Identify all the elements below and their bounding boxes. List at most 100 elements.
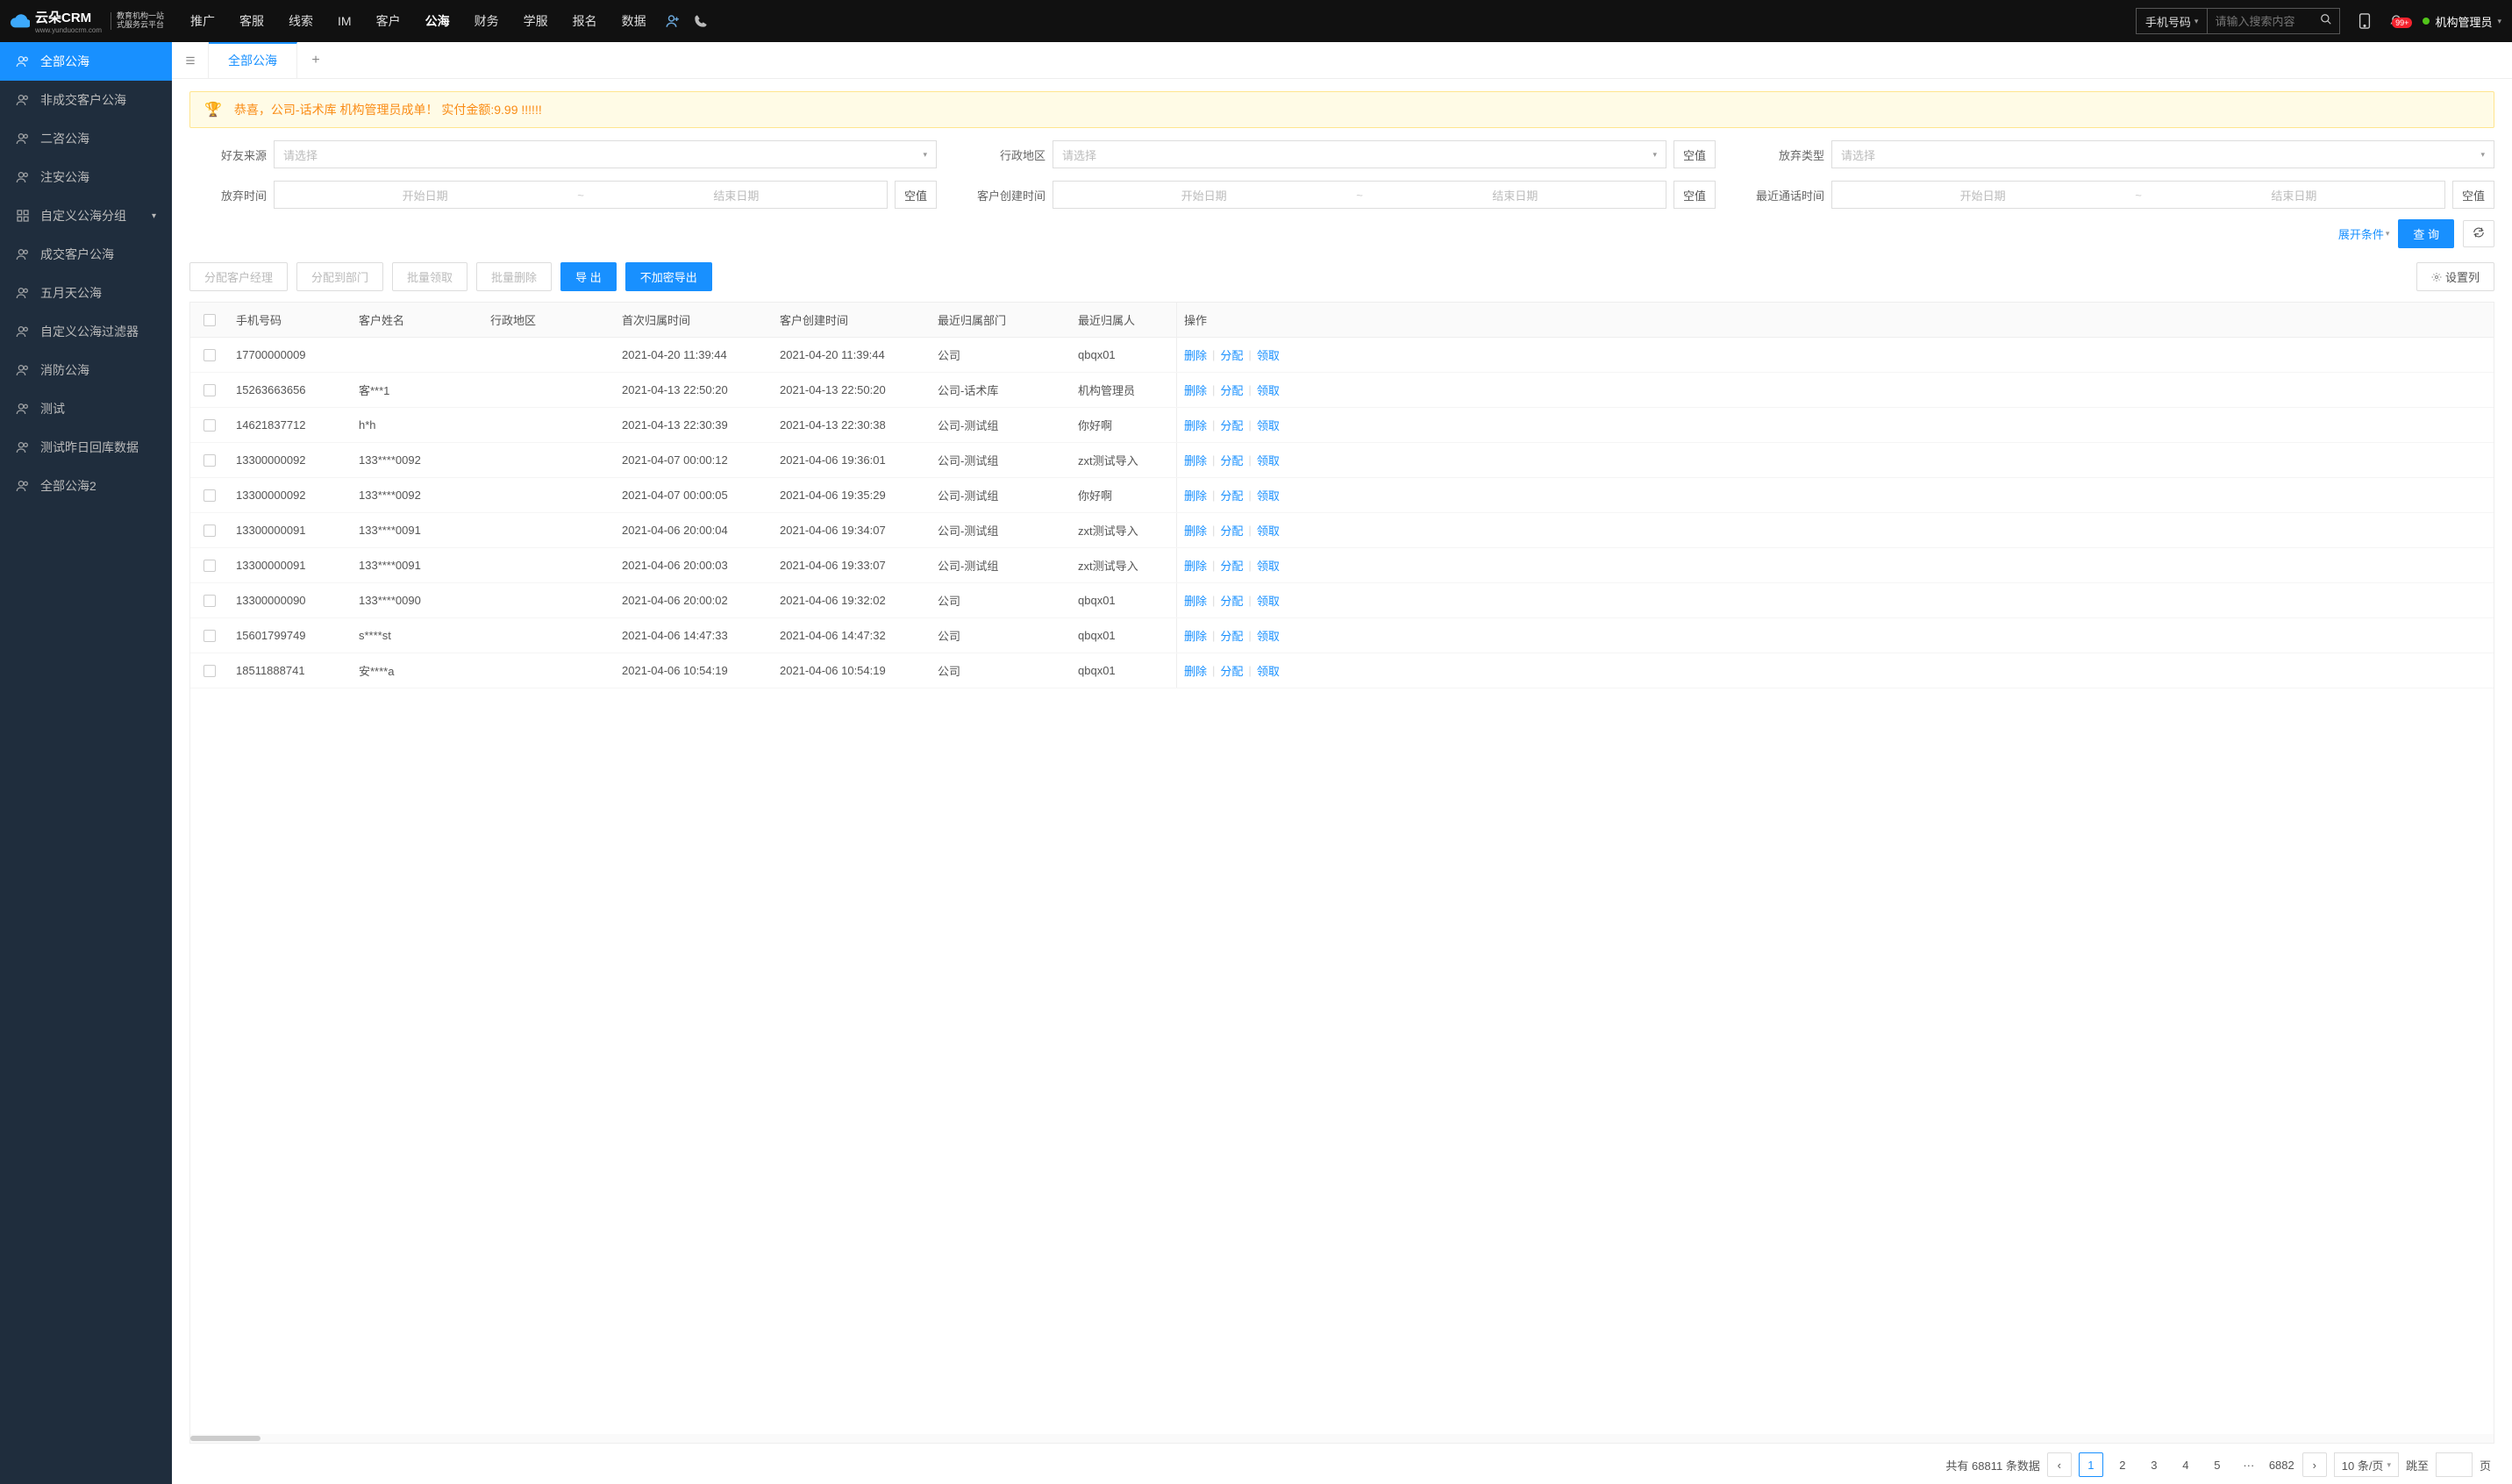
row-checkbox[interactable] (203, 489, 216, 502)
sidebar-item-成交客户公海[interactable]: 成交客户公海 (0, 235, 172, 274)
sidebar-item-测试[interactable]: 测试 (0, 389, 172, 428)
refresh-button[interactable] (2463, 220, 2494, 247)
mobile-icon[interactable] (2349, 13, 2380, 29)
row-claim-link[interactable]: 领取 (1257, 557, 1280, 574)
phone-icon[interactable] (687, 14, 715, 28)
search-type-select[interactable]: 手机号码▾ (2137, 9, 2209, 33)
row-delete-link[interactable]: 删除 (1184, 417, 1207, 433)
batch-delete-button[interactable]: 批量删除 (476, 262, 552, 291)
nav-线索[interactable]: 线索 (276, 0, 325, 42)
row-checkbox[interactable] (203, 524, 216, 537)
pager-jump-input[interactable] (2436, 1452, 2473, 1477)
sidebar-item-消防公海[interactable]: 消防公海 (0, 351, 172, 389)
bell-icon[interactable]: 99+ (2380, 14, 2412, 28)
export-noenc-button[interactable]: 不加密导出 (625, 262, 712, 291)
page-size-select[interactable]: 10 条/页▾ (2334, 1452, 2399, 1477)
tabs-toggle-icon[interactable] (172, 42, 209, 78)
row-claim-link[interactable]: 领取 (1257, 452, 1280, 468)
pager-page[interactable]: 1 (2079, 1452, 2103, 1477)
row-checkbox[interactable] (203, 454, 216, 467)
row-delete-link[interactable]: 删除 (1184, 346, 1207, 363)
sidebar-item-自定义公海过滤器[interactable]: 自定义公海过滤器 (0, 312, 172, 351)
row-checkbox[interactable] (203, 665, 216, 677)
row-assign-link[interactable]: 分配 (1220, 452, 1243, 468)
filter-select[interactable]: 请选择▾ (274, 140, 937, 168)
nav-客户[interactable]: 客户 (364, 0, 413, 42)
row-assign-link[interactable]: 分配 (1220, 346, 1243, 363)
row-assign-link[interactable]: 分配 (1220, 627, 1243, 644)
sidebar-item-非成交客户公海[interactable]: 非成交客户公海 (0, 81, 172, 119)
sidebar-item-注安公海[interactable]: 注安公海 (0, 158, 172, 196)
row-assign-link[interactable]: 分配 (1220, 487, 1243, 503)
row-assign-link[interactable]: 分配 (1220, 522, 1243, 539)
row-claim-link[interactable]: 领取 (1257, 522, 1280, 539)
assign-manager-button[interactable]: 分配客户经理 (189, 262, 288, 291)
pager-page[interactable]: 4 (2173, 1452, 2198, 1477)
row-checkbox[interactable] (203, 595, 216, 607)
expand-conditions-link[interactable]: 展开条件▾ (2338, 225, 2390, 242)
pager-page[interactable]: 6882 (2268, 1452, 2295, 1477)
row-checkbox[interactable] (203, 560, 216, 572)
filter-date-range[interactable]: 开始日期~结束日期 (1053, 181, 1666, 209)
row-claim-link[interactable]: 领取 (1257, 592, 1280, 609)
nav-客服[interactable]: 客服 (227, 0, 276, 42)
row-assign-link[interactable]: 分配 (1220, 592, 1243, 609)
nav-报名[interactable]: 报名 (560, 0, 610, 42)
nav-财务[interactable]: 财务 (462, 0, 511, 42)
sidebar-item-测试昨日回库数据[interactable]: 测试昨日回库数据 (0, 428, 172, 467)
row-delete-link[interactable]: 删除 (1184, 487, 1207, 503)
add-user-icon[interactable] (659, 13, 687, 29)
row-checkbox[interactable] (203, 630, 216, 642)
filter-null-button[interactable]: 空值 (1673, 140, 1716, 168)
row-claim-link[interactable]: 领取 (1257, 382, 1280, 398)
filter-date-range[interactable]: 开始日期~结束日期 (1831, 181, 2445, 209)
row-delete-link[interactable]: 删除 (1184, 452, 1207, 468)
row-claim-link[interactable]: 领取 (1257, 487, 1280, 503)
row-claim-link[interactable]: 领取 (1257, 346, 1280, 363)
sidebar-item-二咨公海[interactable]: 二咨公海 (0, 119, 172, 158)
search-button[interactable]: 查 询 (2398, 219, 2454, 248)
filter-null-button[interactable]: 空值 (895, 181, 937, 209)
pager-page[interactable]: 5 (2205, 1452, 2230, 1477)
select-all-checkbox[interactable] (203, 314, 216, 326)
set-columns-button[interactable]: 设置列 (2416, 262, 2494, 291)
row-delete-link[interactable]: 删除 (1184, 522, 1207, 539)
row-assign-link[interactable]: 分配 (1220, 417, 1243, 433)
row-checkbox[interactable] (203, 419, 216, 432)
sidebar-item-自定义公海分组[interactable]: 自定义公海分组▾ (0, 196, 172, 235)
row-delete-link[interactable]: 删除 (1184, 382, 1207, 398)
row-claim-link[interactable]: 领取 (1257, 417, 1280, 433)
nav-学服[interactable]: 学服 (511, 0, 560, 42)
filter-date-range[interactable]: 开始日期~结束日期 (274, 181, 888, 209)
sidebar-item-全部公海[interactable]: 全部公海 (0, 42, 172, 81)
batch-claim-button[interactable]: 批量领取 (392, 262, 467, 291)
nav-公海[interactable]: 公海 (413, 0, 462, 42)
sidebar-item-五月天公海[interactable]: 五月天公海 (0, 274, 172, 312)
row-claim-link[interactable]: 领取 (1257, 662, 1280, 679)
filter-select[interactable]: 请选择▾ (1053, 140, 1666, 168)
horizontal-scrollbar[interactable] (190, 1434, 2494, 1443)
row-checkbox[interactable] (203, 384, 216, 396)
filter-null-button[interactable]: 空值 (2452, 181, 2494, 209)
row-assign-link[interactable]: 分配 (1220, 557, 1243, 574)
logo[interactable]: 云朵CRM www.yunduocrm.com 教育机构一站 式服务云平台 (11, 8, 164, 34)
export-button[interactable]: 导 出 (560, 262, 617, 291)
search-icon[interactable] (2313, 13, 2339, 30)
row-claim-link[interactable]: 领取 (1257, 627, 1280, 644)
assign-dept-button[interactable]: 分配到部门 (296, 262, 383, 291)
pager-next[interactable]: › (2302, 1452, 2327, 1477)
search-input[interactable] (2208, 15, 2313, 28)
filter-select[interactable]: 请选择▾ (1831, 140, 2494, 168)
row-assign-link[interactable]: 分配 (1220, 382, 1243, 398)
row-checkbox[interactable] (203, 349, 216, 361)
row-delete-link[interactable]: 删除 (1184, 592, 1207, 609)
row-delete-link[interactable]: 删除 (1184, 627, 1207, 644)
pager-prev[interactable]: ‹ (2047, 1452, 2072, 1477)
nav-IM[interactable]: IM (325, 0, 364, 42)
row-delete-link[interactable]: 删除 (1184, 557, 1207, 574)
row-delete-link[interactable]: 删除 (1184, 662, 1207, 679)
sidebar-item-全部公海2[interactable]: 全部公海2 (0, 467, 172, 505)
nav-推广[interactable]: 推广 (178, 0, 227, 42)
row-assign-link[interactable]: 分配 (1220, 662, 1243, 679)
pager-page[interactable]: 3 (2142, 1452, 2166, 1477)
